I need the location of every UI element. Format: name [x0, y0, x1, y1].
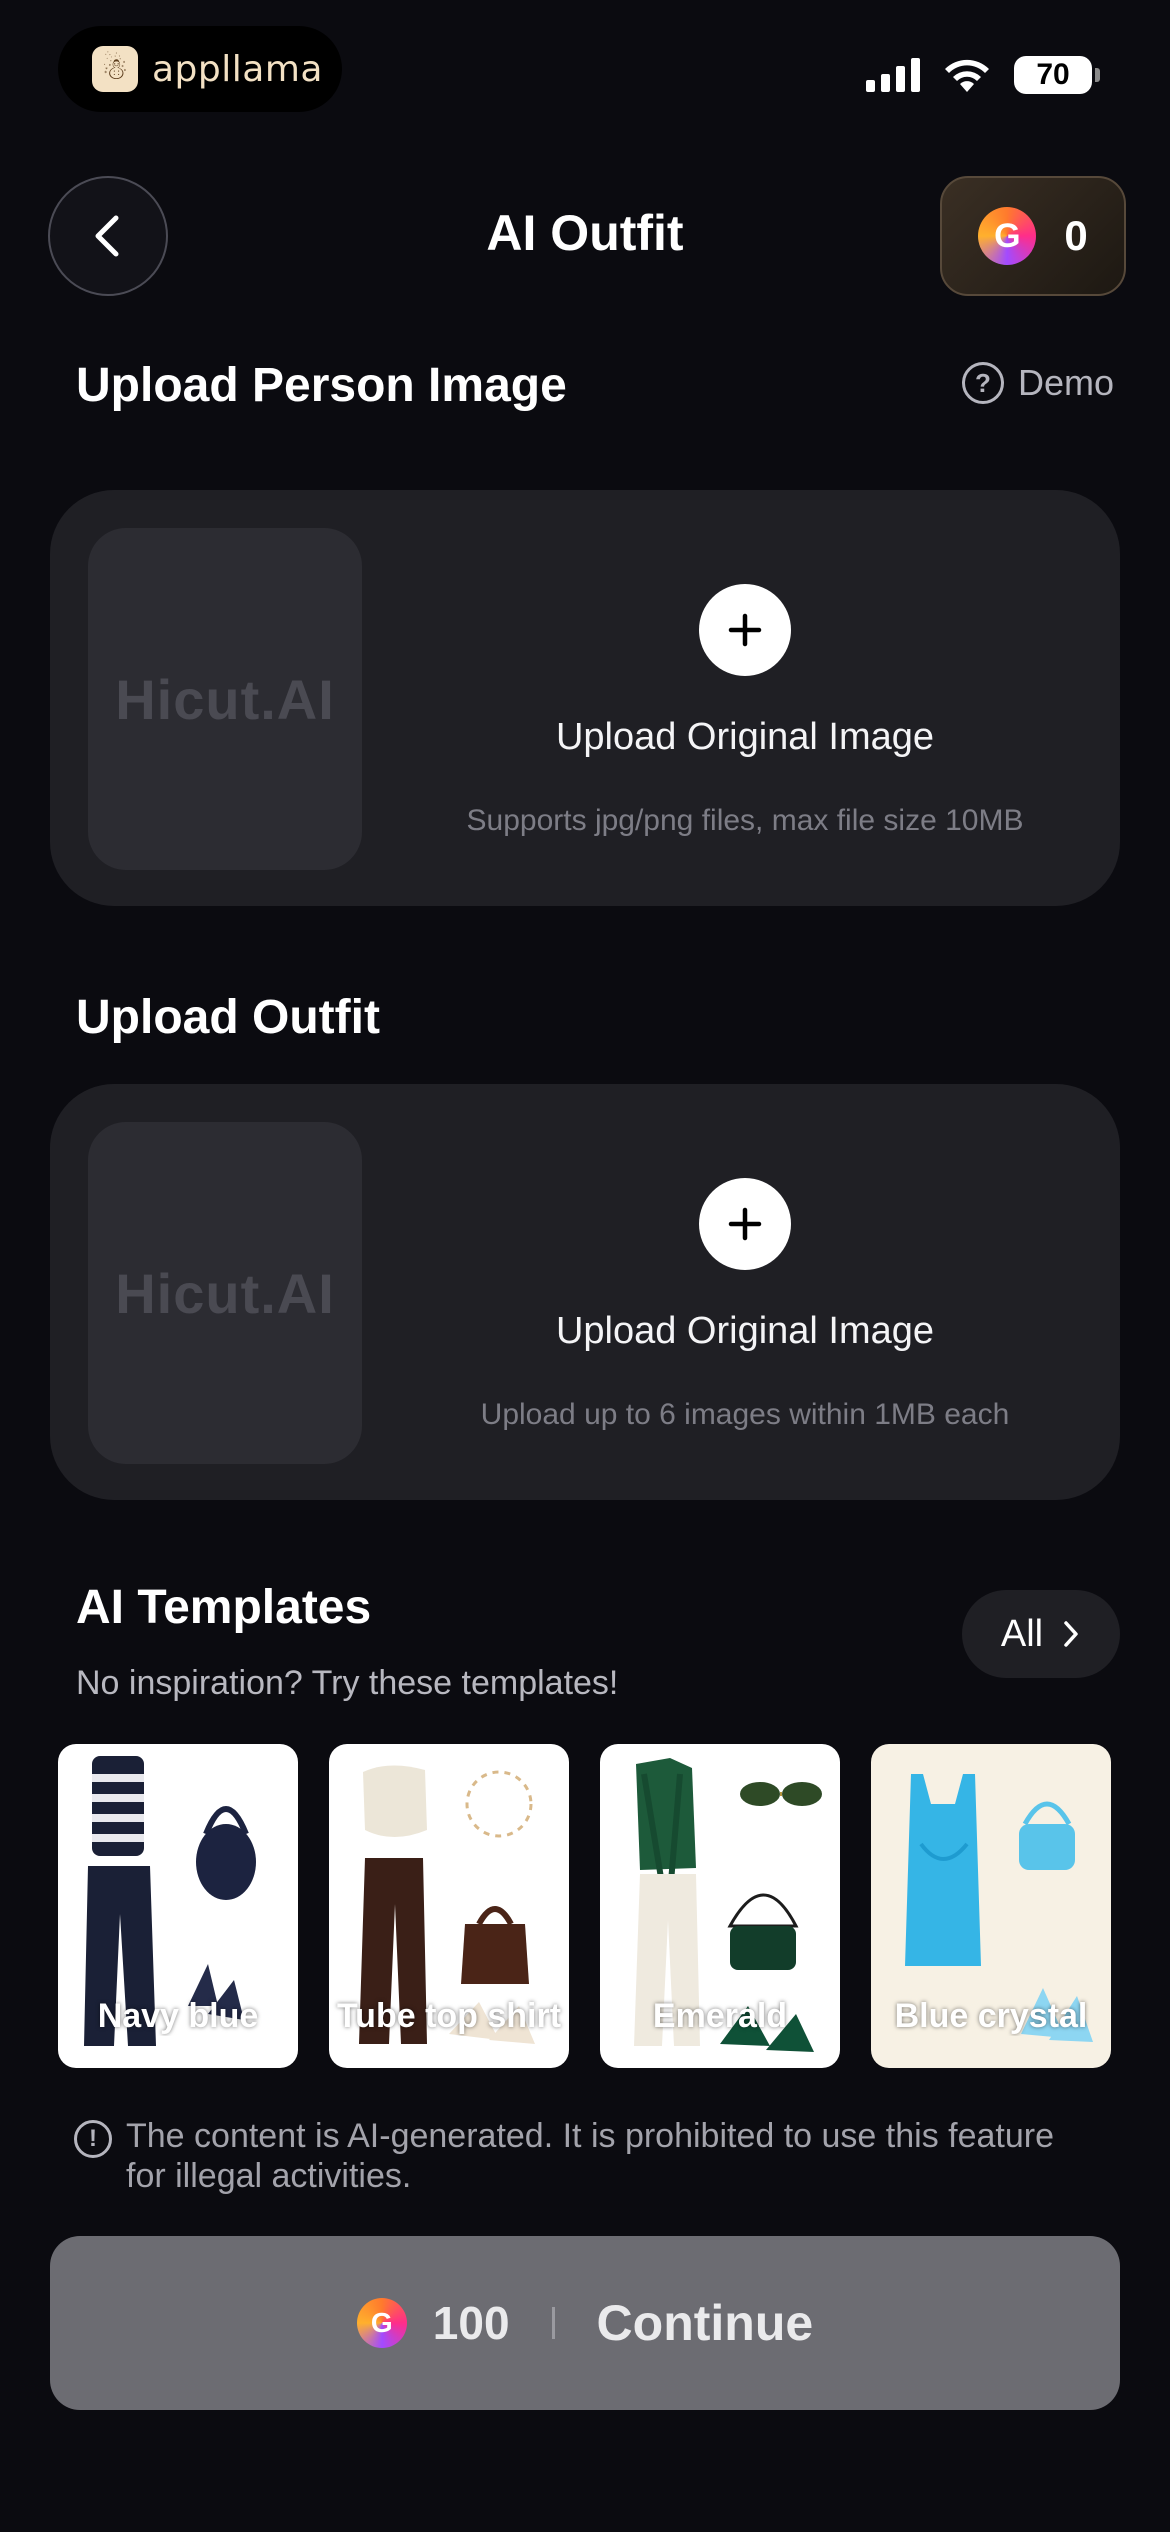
brand-name: appllama — [152, 48, 323, 90]
coin-icon: G — [356, 2298, 407, 2348]
outfit-section-title: Upload Outfit — [76, 991, 380, 1044]
template-list: Navy blue Tube top shirt Emerald Blue cr… — [58, 1744, 1111, 2068]
all-label: All — [1000, 1612, 1044, 1655]
status-icons: 70 — [866, 50, 1100, 100]
outfit-upload-card[interactable]: Hicut.AI Upload Original Image Upload up… — [50, 1084, 1120, 1500]
template-label: Emerald — [652, 1997, 788, 2035]
llama-logo-icon: ☃ — [92, 46, 138, 92]
ai-disclaimer: ! The content is AI-generated. It is pro… — [74, 2116, 1054, 2194]
template-label: Blue crystal — [894, 1997, 1088, 2035]
disclaimer-text: The content is AI-generated. It is prohi… — [126, 2117, 1054, 2194]
template-card-emerald[interactable]: Emerald — [600, 1744, 840, 2068]
outfit-placeholder-thumbnail: Hicut.AI — [88, 1122, 362, 1464]
coin-icon: G — [978, 207, 1037, 265]
credit-cost: 100 — [432, 2297, 510, 2349]
plus-icon[interactable] — [699, 584, 791, 676]
templates-subtitle: No inspiration? Try these templates! — [76, 1664, 619, 1702]
credits-button[interactable]: G 0 — [940, 176, 1126, 296]
chevron-right-icon — [1064, 1621, 1078, 1647]
outfit-upload-hint: Upload up to 6 images within 1MB each — [480, 1398, 1010, 1431]
wifi-icon — [945, 59, 989, 92]
brand-pill: ☃ appllama — [58, 26, 342, 112]
templates-title: AI Templates — [76, 1581, 372, 1634]
question-icon: ? — [961, 362, 1004, 404]
credit-count: 0 — [1064, 212, 1088, 259]
outfit-upload-area[interactable]: Upload Original Image Upload up to 6 ima… — [410, 1084, 1080, 1500]
continue-button[interactable]: G 100 Continue — [50, 2236, 1120, 2410]
ai-outfit-screen: ☃ appllama 70 AI Outfit G 0 Upload Perso… — [0, 0, 1170, 2532]
demo-label: Demo — [1017, 362, 1114, 403]
continue-label: Continue — [596, 2295, 814, 2351]
template-card-navy-blue[interactable]: Navy blue — [58, 1744, 298, 2068]
outfit-upload-label: Upload Original Image — [555, 1310, 935, 1352]
person-upload-label: Upload Original Image — [555, 716, 935, 758]
template-label: Tube top shirt — [336, 1997, 562, 2035]
template-label: Navy blue — [97, 1997, 259, 2035]
person-placeholder-thumbnail: Hicut.AI — [88, 528, 362, 870]
person-upload-hint: Supports jpg/png files, max file size 10… — [466, 804, 1024, 837]
exclamation-icon: ! — [74, 2120, 112, 2158]
person-upload-card[interactable]: Hicut.AI Upload Original Image Supports … — [50, 490, 1120, 906]
divider — [551, 2307, 555, 2339]
all-templates-button[interactable]: All — [962, 1590, 1120, 1678]
demo-link[interactable]: ? Demo — [961, 362, 1114, 404]
person-section-title: Upload Person Image — [76, 359, 567, 412]
battery-icon: 70 — [1014, 56, 1100, 94]
template-card-tube-top-shirt[interactable]: Tube top shirt — [329, 1744, 569, 2068]
person-upload-area[interactable]: Upload Original Image Supports jpg/png f… — [410, 490, 1080, 906]
template-card-blue-crystal[interactable]: Blue crystal — [871, 1744, 1111, 2068]
cellular-signal-icon — [866, 58, 920, 92]
plus-icon[interactable] — [699, 1178, 791, 1270]
